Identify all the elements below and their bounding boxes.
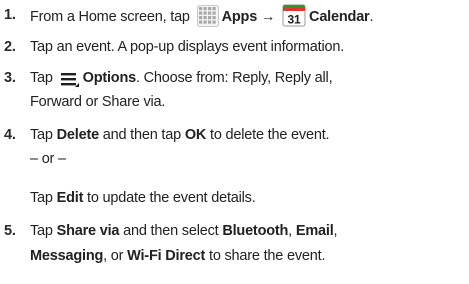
step-text: From a Home screen, tap Apps → 31 Calenda… [30,3,374,29]
step-number: 3. [4,70,16,86]
step-text: Tap Edit to update the event details. [30,186,256,210]
step-text: Tap Share via and then select Bluetooth,… [30,219,338,243]
step-number: 4. [4,127,16,143]
text-run: Tap [30,223,57,239]
ui-term: Calendar [309,9,370,25]
text-run: Tap [30,190,57,206]
text-run: Tap an event. A pop-up displays event in… [30,39,345,55]
text-run: . Choose from: Reply, Reply all, [135,70,333,86]
ui-term: Email [295,223,334,239]
ui-term: Delete [56,127,100,143]
step-number: 5. [4,223,16,239]
step-text: Tap Delete and then tap OK to delete the… [30,123,330,147]
step-number: 1. [4,7,16,23]
step-text: Messaging, or Wi-Fi Direct to share the … [30,244,325,268]
step-text: Forward or Share via. [30,90,165,114]
ui-term: OK [184,127,207,143]
ui-term: Messaging [30,248,104,264]
text-run: . [369,9,374,25]
step-text: Tap an event. A pop-up displays event in… [30,35,344,59]
ui-term: Wi-Fi Direct [127,248,206,264]
text-run: Forward or Share via. [30,94,166,110]
ui-term: → [257,9,280,25]
text-run: , [333,223,338,239]
text-run: to update the event details. [83,190,256,206]
step-text: – or – [30,147,66,171]
step-text: Tap Options. Choose from: Reply, Reply a… [30,66,333,90]
text-run: Tap [30,127,57,143]
text-run: to share the event. [205,248,326,264]
text-run: , or [103,248,128,264]
calendar-icon: 31 [282,3,306,27]
ui-term: Share via [56,223,120,239]
text-run: to delete the event. [206,127,330,143]
text-run: and then select [119,223,223,239]
text-run: , [288,223,296,239]
ui-term: Edit [56,190,84,206]
ui-term: Apps [221,9,258,25]
instruction-list: 1. From a Home screen, tap Apps → 31 Calen… [0,0,469,284]
text-run: – or – [30,151,66,167]
options-menu-icon [60,70,80,88]
ui-term: Options [82,70,137,86]
text-run: From a Home screen, tap [30,9,194,25]
text-run: and then tap [98,127,185,143]
ui-term: Bluetooth [222,223,289,239]
calendar-day: 31 [288,13,301,27]
text-run: Tap [30,70,57,86]
apps-grid-icon [196,5,219,27]
step-number: 2. [4,39,16,55]
